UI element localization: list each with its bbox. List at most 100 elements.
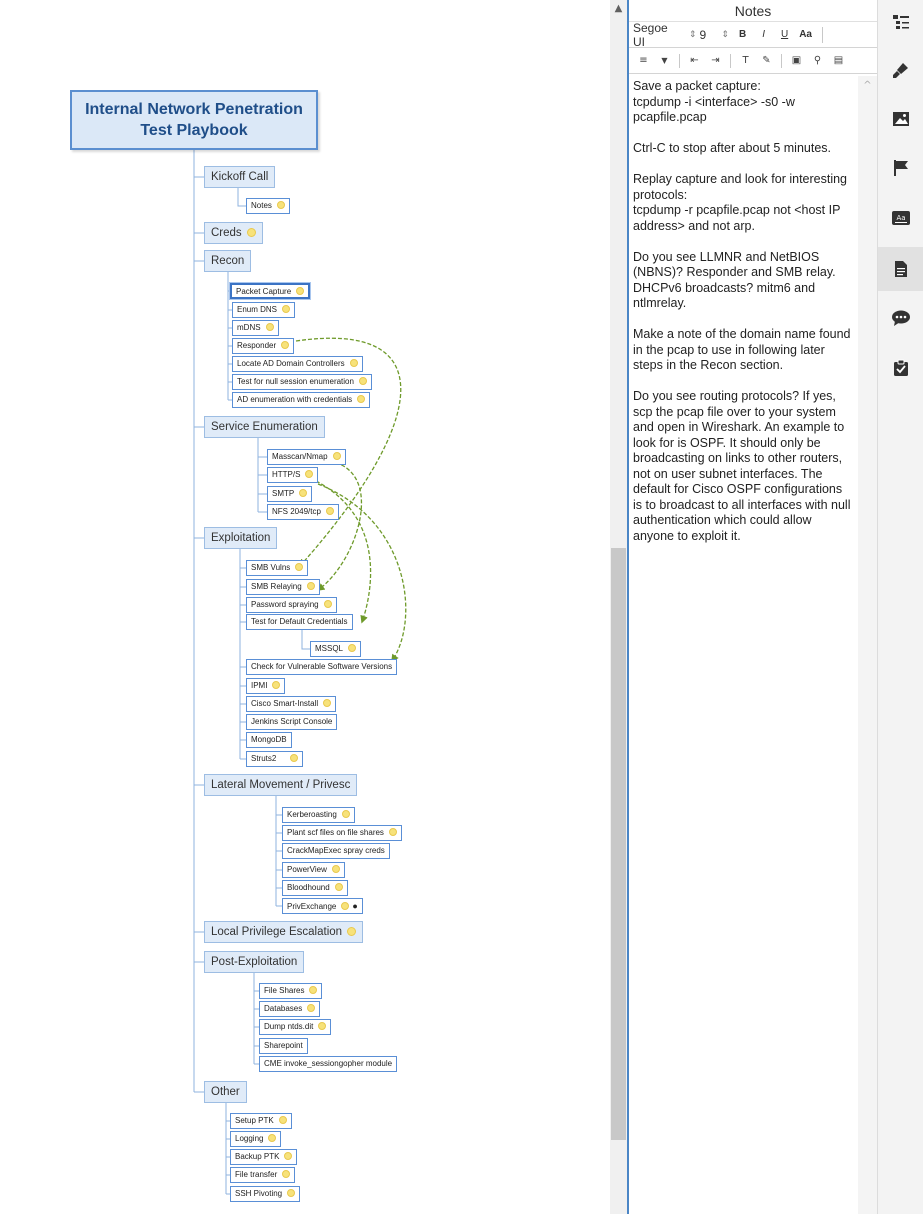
link-icon[interactable]: ⚲	[807, 55, 828, 66]
clipboard-icon[interactable]: ▤	[828, 55, 849, 66]
scroll-thumb[interactable]	[611, 548, 626, 1140]
root-topic[interactable]: Internal Network Penetration Test Playbo…	[70, 90, 318, 150]
text-case-button[interactable]: Aa	[795, 29, 816, 40]
scroll-up-icon[interactable]: ▲	[610, 0, 627, 17]
note-star-icon	[299, 489, 308, 497]
indent-increase-icon[interactable]: ⇥	[705, 55, 726, 66]
note-star-icon	[306, 582, 315, 590]
subtopic-smtp[interactable]: SMTP	[267, 486, 313, 502]
notes-icon[interactable]	[878, 247, 923, 291]
subtopic-bloodhound[interactable]: Bloodhound	[282, 880, 348, 896]
subtopic-privexchange[interactable]: PrivExchange ●	[282, 898, 363, 914]
topic-recon[interactable]: Recon	[204, 250, 252, 272]
root-title-line2: Test Playbook	[140, 122, 248, 139]
subtopic-mssql[interactable]: MSSQL	[310, 641, 362, 657]
note-star-icon	[284, 1152, 293, 1160]
subtopic-databases[interactable]: Databases	[259, 1001, 321, 1017]
subtopic-cme-spray[interactable]: CrackMapExec spray creds	[282, 843, 390, 859]
topic-post-exploitation[interactable]: Post-Exploitation	[204, 951, 305, 973]
note-star-icon	[246, 228, 256, 237]
subtopic-ad-enum-creds[interactable]: AD enumeration with credentials	[232, 392, 371, 408]
subtopic-powerview[interactable]: PowerView	[282, 862, 345, 878]
subtopic-jenkins[interactable]: Jenkins Script Console	[246, 714, 338, 730]
subtopic-setup-ptk[interactable]: Setup PTK	[230, 1113, 292, 1129]
font-size-select[interactable]: 9	[700, 28, 716, 42]
task-icon[interactable]	[878, 346, 923, 390]
topic-service-enumeration[interactable]: Service Enumeration	[204, 416, 325, 438]
notes-scrollbar[interactable]: ^	[858, 76, 877, 1214]
subtopic-mdns[interactable]: mDNS	[232, 320, 279, 336]
subtopic-sharepoint[interactable]: Sharepoint	[259, 1038, 308, 1054]
subtopic-enum-dns[interactable]: Enum DNS	[232, 302, 296, 318]
subtopic-mongodb[interactable]: MongoDB	[246, 732, 292, 748]
highlight-icon[interactable]: ✎	[756, 55, 777, 66]
insert-image-icon[interactable]: ▣	[786, 55, 807, 66]
subtopic-plant-scf[interactable]: Plant scf files on file shares	[282, 825, 402, 841]
topic-lateral-movement[interactable]: Lateral Movement / Privesc	[204, 774, 358, 796]
github-icon[interactable]: ●	[352, 899, 357, 913]
subtopic-logging[interactable]: Logging	[230, 1131, 282, 1147]
canvas-scrollbar[interactable]: ▲	[610, 0, 627, 1214]
note-star-icon	[358, 377, 367, 385]
note-star-icon	[282, 305, 291, 313]
align-icon[interactable]: ≡	[633, 55, 654, 66]
note-paragraph-2: Ctrl-C to stop after about 5 minutes.	[633, 141, 832, 155]
root-title-line1: Internal Network Penetration	[85, 101, 303, 118]
font-spinner-icon[interactable]: ⇕	[689, 29, 697, 40]
note-star-icon	[290, 754, 299, 762]
subtopic-notes[interactable]: Notes	[246, 198, 290, 214]
subtopic-kerberoasting[interactable]: Kerberoasting	[282, 807, 355, 823]
format-brush-icon[interactable]	[878, 48, 923, 92]
size-spinner-icon[interactable]: ⇕	[722, 29, 730, 40]
subtopic-packet-capture[interactable]: Packet Capture	[230, 283, 311, 299]
mindmap-canvas[interactable]: Internal Network Penetration Test Playbo…	[0, 0, 610, 1214]
topic-exploitation[interactable]: Exploitation	[204, 527, 278, 549]
text-style-icon[interactable]: Aa	[878, 196, 923, 240]
flag-icon[interactable]	[878, 146, 923, 190]
subtopic-masscan-nmap[interactable]: Masscan/Nmap	[267, 449, 346, 465]
subtopic-ssh-pivoting[interactable]: SSH Pivoting	[230, 1186, 301, 1202]
font-name-select[interactable]: Segoe UI	[633, 21, 683, 49]
note-paragraph-4: Do you see LLMNR and NetBIOS (NBNS)? Res…	[633, 249, 836, 311]
topic-local-privilege-escalation[interactable]: Local Privilege Escalation	[204, 921, 364, 943]
comment-icon[interactable]	[878, 296, 923, 340]
topic-other[interactable]: Other	[204, 1081, 247, 1103]
subtopic-ipmi[interactable]: IPMI	[246, 678, 286, 694]
underline-button[interactable]: U	[774, 29, 795, 40]
subtopic-file-transfer[interactable]: File transfer	[230, 1167, 296, 1183]
indent-decrease-icon[interactable]: ⇤	[684, 55, 705, 66]
topic-creds[interactable]: Creds	[204, 222, 263, 244]
subtopic-locate-ad-dc[interactable]: Locate AD Domain Controllers	[232, 356, 363, 372]
text-color-icon[interactable]: T	[735, 55, 756, 66]
subtopic-smb-vulns[interactable]: SMB Vulns	[246, 560, 309, 576]
image-icon[interactable]	[878, 97, 923, 141]
bold-button[interactable]: B	[732, 29, 753, 40]
subtopic-file-shares[interactable]: File Shares	[259, 983, 323, 999]
notes-text-area[interactable]: Save a packet capture: tcpdump -i <inter…	[629, 76, 858, 1214]
subtopic-backup-ptk[interactable]: Backup PTK	[230, 1149, 298, 1165]
subtopic-cme-sessiongopher[interactable]: CME invoke_sessiongopher module	[259, 1056, 398, 1072]
subtopic-vulnerable-software[interactable]: Check for Vulnerable Software Versions	[246, 659, 398, 675]
subtopic-dump-ntds[interactable]: Dump ntds.dit	[259, 1019, 332, 1035]
subtopic-default-credentials[interactable]: Test for Default Credentials	[246, 614, 353, 630]
subtopic-http-s[interactable]: HTTP/S	[267, 467, 319, 483]
subtopic-nfs[interactable]: NFS 2049/tcp	[267, 504, 339, 520]
subtopic-cisco-smart-install[interactable]: Cisco Smart-Install	[246, 696, 337, 712]
subtopic-smb-relaying[interactable]: SMB Relaying	[246, 579, 320, 595]
italic-button[interactable]: I	[753, 29, 774, 40]
subtopic-responder[interactable]: Responder	[232, 338, 295, 354]
note-star-icon	[307, 1004, 316, 1012]
topic-kickoff-call[interactable]: Kickoff Call	[204, 166, 276, 188]
chevron-down-icon[interactable]: ▼	[654, 56, 675, 65]
note-star-icon	[268, 1134, 277, 1142]
outline-icon[interactable]	[878, 0, 923, 44]
note-star-icon	[295, 563, 304, 571]
subtopic-struts2[interactable]: Struts2	[246, 751, 304, 767]
note-star-icon	[276, 201, 285, 209]
note-star-icon	[341, 902, 350, 910]
subtopic-null-session[interactable]: Test for null session enumeration	[232, 374, 372, 390]
subtopic-password-spraying[interactable]: Password spraying	[246, 597, 337, 613]
note-star-icon	[296, 287, 305, 295]
note-paragraph-3: Replay capture and look for interesting …	[633, 172, 848, 233]
scroll-up-icon[interactable]: ^	[858, 80, 877, 91]
